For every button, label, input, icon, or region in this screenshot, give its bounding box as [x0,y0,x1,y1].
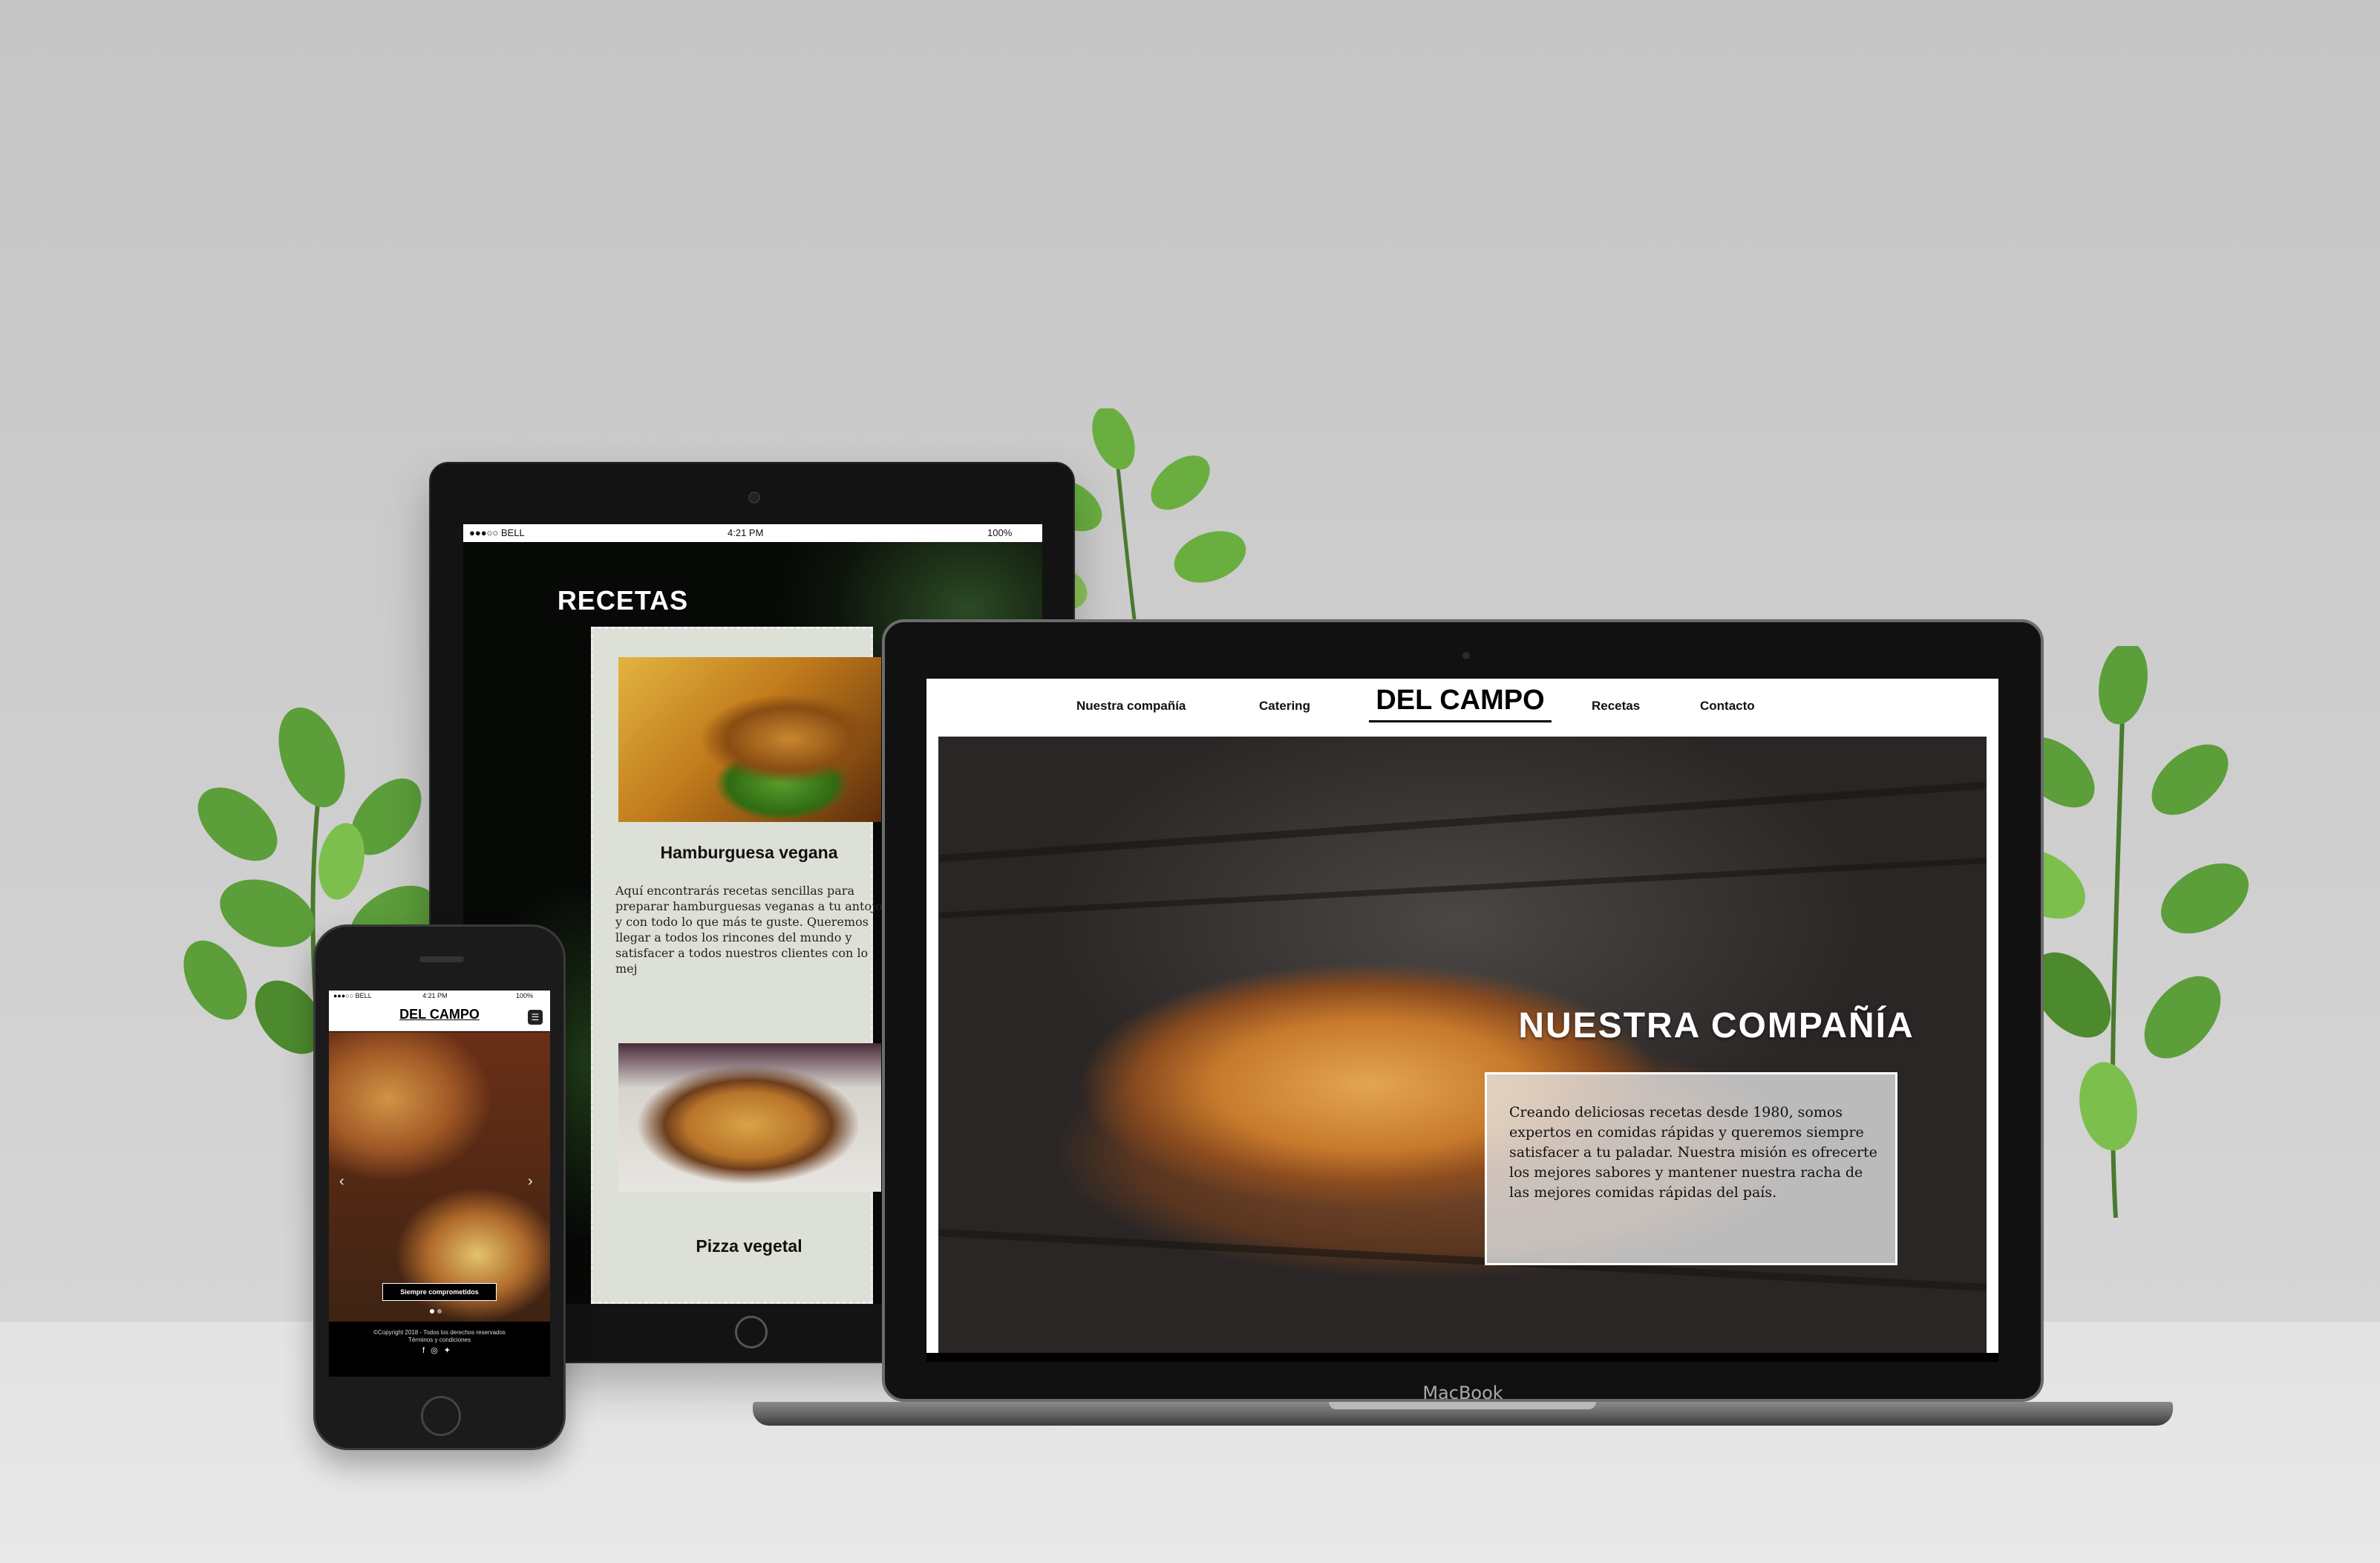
laptop-notch [1329,1402,1596,1409]
phone-screen: ●●●○○ BELL 4:21 PM 100% DEL CAMPO ☰ ‹ › … [329,991,550,1377]
chevron-right-icon[interactable]: › [528,1173,543,1190]
status-carrier: ●●●○○ BELL [333,992,372,999]
nav-link-recipes[interactable]: Recetas [1592,699,1640,714]
pizza-image[interactable] [618,1043,881,1192]
phone-home-button[interactable] [421,1396,461,1436]
recipe-description-burger: Aquí encontrarás recetas sencillas para … [615,884,883,976]
phone-status-bar: ●●●○○ BELL 4:21 PM 100% [329,991,550,1002]
laptop-screen: Nuestra compañía Catering DEL CAMPO Rece… [926,679,1998,1353]
phone-device: ●●●○○ BELL 4:21 PM 100% DEL CAMPO ☰ ‹ › … [313,924,566,1450]
oven-rack [938,858,1987,918]
hero-text: Creando deliciosas recetas desde 1980, s… [1509,1104,1877,1201]
macbook-label: MacBook [1422,1383,1503,1403]
cta-button[interactable]: Siempre comprometidos [382,1283,497,1301]
recipes-card: Hamburguesa vegana Aquí encontrarás rece… [591,627,883,1304]
status-battery: 100% [516,992,534,999]
laptop-lid: Nuestra compañía Catering DEL CAMPO Rece… [882,619,2044,1403]
twitter-icon[interactable]: ✦ [444,1346,457,1355]
hamburger-menu-icon[interactable]: ☰ [528,1010,543,1025]
oven-rack [939,781,1986,863]
footer-copyright: ©Copyright 2018 - Todos los derechos res… [373,1329,506,1336]
nav-link-company[interactable]: Nuestra compañía [1076,699,1186,714]
hero-heading: NUESTRA COMPAÑÍA [1518,1006,1915,1045]
phone-logo[interactable]: DEL CAMPO [329,1007,550,1022]
hero-text-box: Creando deliciosas recetas desde 1980, s… [1485,1072,1897,1265]
status-carrier: ●●●○○ BELL [469,527,525,538]
facebook-icon[interactable]: f [422,1346,431,1355]
laptop-camera [1462,652,1470,659]
site-navbar: Nuestra compañía Catering DEL CAMPO Rece… [938,679,1987,737]
footer-terms[interactable]: Términos y condiciones [329,1337,550,1344]
recipes-title: RECETAS [557,585,689,616]
instagram-icon[interactable]: ◎ [431,1346,444,1355]
status-time: 4:21 PM [422,992,448,999]
carousel-dots[interactable] [428,1304,451,1314]
screen-edge-right [1987,679,1998,1353]
tablet-status-bar: ●●●○○ BELL 4:21 PM 100% [463,524,1042,542]
tablet-home-button[interactable] [735,1316,768,1348]
recipe-title-pizza[interactable]: Pizza vegetal [593,1236,905,1256]
tablet-camera [748,492,760,503]
phone-navbar: DEL CAMPO ☰ [329,1002,550,1031]
social-icons: f◎✦ [329,1345,550,1355]
site-logo[interactable]: DEL CAMPO [1367,685,1553,717]
recipe-title-burger[interactable]: Hamburguesa vegana [593,843,905,863]
logo-underline [1369,720,1552,722]
status-battery: 100% [987,527,1013,538]
chevron-left-icon[interactable]: ‹ [339,1173,354,1190]
hero-pizza-image: NUESTRA COMPAÑÍA Creando deliciosas rece… [938,737,1987,1353]
screen-bottom-bezel [926,1353,1998,1362]
nav-link-catering[interactable]: Catering [1259,699,1310,714]
screen-edge-left [926,679,938,1353]
laptop-base [753,1402,2173,1426]
phone-speaker [419,956,464,962]
nav-link-contact[interactable]: Contacto [1700,699,1755,714]
phone-hero-image: ‹ › Siempre comprometidos [329,1032,550,1322]
burger-image[interactable] [618,657,881,822]
status-time: 4:21 PM [728,527,764,538]
